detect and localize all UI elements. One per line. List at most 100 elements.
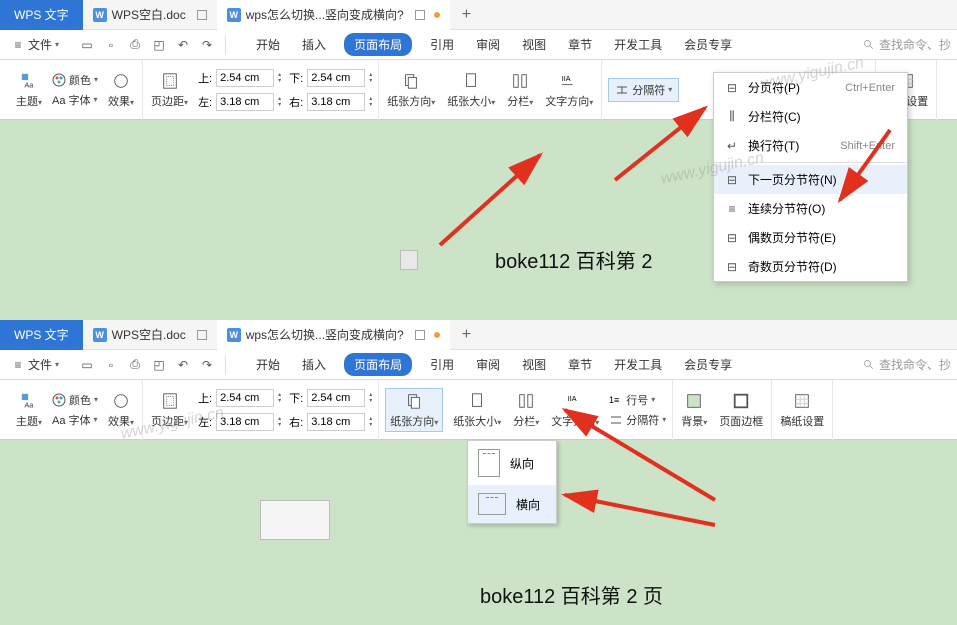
- page-margin-button[interactable]: 页边距▾: [149, 389, 190, 431]
- tab-restore-icon[interactable]: [415, 330, 425, 340]
- breaks-button[interactable]: 分隔符▾: [608, 78, 679, 102]
- page-border-button[interactable]: 页面边框: [717, 389, 765, 431]
- orientation-landscape[interactable]: 横向: [468, 485, 556, 523]
- new-tab-button[interactable]: +: [450, 326, 483, 344]
- tab-view[interactable]: 视图: [518, 352, 550, 377]
- menu-next-page-section[interactable]: ⊟下一页分节符(N): [714, 165, 907, 194]
- preview-icon[interactable]: ◰: [152, 38, 166, 52]
- undo-icon[interactable]: ↶: [176, 38, 190, 52]
- margin-top-input[interactable]: [216, 69, 274, 87]
- tab-review[interactable]: 审阅: [472, 32, 504, 57]
- tab-member[interactable]: 会员专享: [680, 352, 736, 377]
- undo-icon[interactable]: ↶: [176, 358, 190, 372]
- spinner-icon[interactable]: ▴▾: [278, 72, 281, 84]
- tab-reference[interactable]: 引用: [426, 32, 458, 57]
- tab-doc1[interactable]: W WPS空白.doc: [83, 0, 217, 30]
- modified-dot-icon: [434, 332, 440, 338]
- background-button[interactable]: 背景▾: [679, 389, 709, 431]
- margin-bottom-input[interactable]: [307, 389, 365, 407]
- tab-member[interactable]: 会员专享: [680, 32, 736, 57]
- tab-doc1[interactable]: W WPS空白.doc: [83, 320, 217, 350]
- paper-setting-button[interactable]: 稿纸设置: [778, 389, 826, 431]
- tab-chapter[interactable]: 章节: [564, 352, 596, 377]
- margin-left-input[interactable]: [216, 413, 274, 431]
- tab-start[interactable]: 开始: [252, 32, 284, 57]
- file-menu[interactable]: 文件▾: [28, 356, 59, 373]
- effect-button[interactable]: 效果▾: [106, 69, 136, 111]
- margin-left-input[interactable]: [216, 93, 274, 111]
- tab-restore-icon[interactable]: [415, 10, 425, 20]
- title-bar: WPS 文字 W WPS空白.doc W wps怎么切换...竖向变成横向? +: [0, 320, 957, 350]
- spinner-icon[interactable]: ▴▾: [278, 416, 281, 428]
- search-input[interactable]: 查找命令、抄: [863, 36, 951, 53]
- margin-right-input[interactable]: [307, 93, 365, 111]
- preview-icon[interactable]: ◰: [152, 358, 166, 372]
- print-icon[interactable]: ⎙: [128, 358, 142, 372]
- spinner-icon[interactable]: ▴▾: [369, 392, 372, 404]
- page-margin-button[interactable]: 页边距▾: [149, 69, 190, 111]
- menu-continuous-section[interactable]: ≡连续分节符(O): [714, 194, 907, 223]
- tab-insert[interactable]: 插入: [298, 32, 330, 57]
- theme-button[interactable]: Aa主题▾: [14, 69, 44, 111]
- tab-dev[interactable]: 开发工具: [610, 32, 666, 57]
- tab-review[interactable]: 审阅: [472, 352, 504, 377]
- orientation-button[interactable]: 纸张方向▾: [385, 388, 443, 432]
- menu-odd-page-section[interactable]: ⊟奇数页分节符(D): [714, 252, 907, 281]
- tab-reference[interactable]: 引用: [426, 352, 458, 377]
- redo-icon[interactable]: ↷: [200, 38, 214, 52]
- orientation-button[interactable]: 纸张方向▾: [385, 69, 437, 111]
- new-tab-button[interactable]: +: [450, 6, 483, 24]
- spinner-icon[interactable]: ▴▾: [278, 392, 281, 404]
- spinner-icon[interactable]: ▴▾: [369, 416, 372, 428]
- paper-size-button[interactable]: 纸张大小▾: [451, 389, 503, 431]
- columns-button[interactable]: 分栏▾: [511, 389, 541, 431]
- tab-page-layout[interactable]: 页面布局: [344, 353, 412, 376]
- effect-button[interactable]: 效果▾: [106, 389, 136, 431]
- tab-insert[interactable]: 插入: [298, 352, 330, 377]
- tab-page-layout[interactable]: 页面布局: [344, 33, 412, 56]
- margin-right-input[interactable]: [307, 413, 365, 431]
- app-name: WPS 文字: [0, 320, 83, 350]
- search-input[interactable]: 查找命令、抄: [863, 356, 951, 373]
- tab-chapter[interactable]: 章节: [564, 32, 596, 57]
- margin-bottom-input[interactable]: [307, 69, 365, 87]
- tab-doc2[interactable]: W wps怎么切换...竖向变成横向?: [217, 320, 450, 350]
- file-menu[interactable]: 文件▾: [28, 36, 59, 53]
- menu-icon[interactable]: ≡: [11, 38, 25, 52]
- save-icon[interactable]: ▫: [104, 358, 118, 372]
- print-icon[interactable]: ⎙: [128, 38, 142, 52]
- tab-view[interactable]: 视图: [518, 32, 550, 57]
- menu-icon[interactable]: ≡: [11, 358, 25, 372]
- spinner-icon[interactable]: ▴▾: [369, 72, 372, 84]
- color-button[interactable]: 颜色▾: [52, 72, 98, 88]
- menu-line-break[interactable]: ↵换行符(T)Shift+Enter: [714, 131, 907, 160]
- break-icon: [609, 413, 623, 427]
- menu-column-break[interactable]: ⫼分栏符(C): [714, 102, 907, 131]
- orientation-portrait[interactable]: 纵向: [468, 441, 556, 485]
- tab-restore-icon[interactable]: [197, 330, 207, 340]
- theme-button[interactable]: Aa主题▾: [14, 389, 44, 431]
- paper-size-button[interactable]: 纸张大小▾: [445, 69, 497, 111]
- tab-dev[interactable]: 开发工具: [610, 352, 666, 377]
- font-button[interactable]: Aa 字体▾: [52, 412, 98, 428]
- tab-start[interactable]: 开始: [252, 352, 284, 377]
- tab-doc2[interactable]: W wps怎么切换...竖向变成横向?: [217, 0, 450, 30]
- spinner-icon[interactable]: ▴▾: [369, 96, 372, 108]
- color-button[interactable]: 颜色▾: [52, 392, 98, 408]
- text-direction-button[interactable]: IIA文字方向▾: [543, 69, 595, 111]
- save-icon[interactable]: ▫: [104, 38, 118, 52]
- line-number-button[interactable]: 1≡行号▾: [609, 392, 666, 408]
- app-name: WPS 文字: [0, 0, 83, 30]
- open-icon[interactable]: ▭: [80, 38, 94, 52]
- font-button[interactable]: Aa 字体▾: [52, 92, 98, 108]
- menu-page-break[interactable]: ⊟分页符(P)Ctrl+Enter: [714, 73, 907, 102]
- spinner-icon[interactable]: ▴▾: [278, 96, 281, 108]
- text-direction-button[interactable]: IIA文字方向▾: [549, 389, 601, 431]
- open-icon[interactable]: ▭: [80, 358, 94, 372]
- columns-button[interactable]: 分栏▾: [505, 69, 535, 111]
- menu-even-page-section[interactable]: ⊟偶数页分节符(E): [714, 223, 907, 252]
- margin-top-input[interactable]: [216, 389, 274, 407]
- redo-icon[interactable]: ↷: [200, 358, 214, 372]
- tab-restore-icon[interactable]: [197, 10, 207, 20]
- breaks-button[interactable]: 分隔符▾: [609, 412, 666, 428]
